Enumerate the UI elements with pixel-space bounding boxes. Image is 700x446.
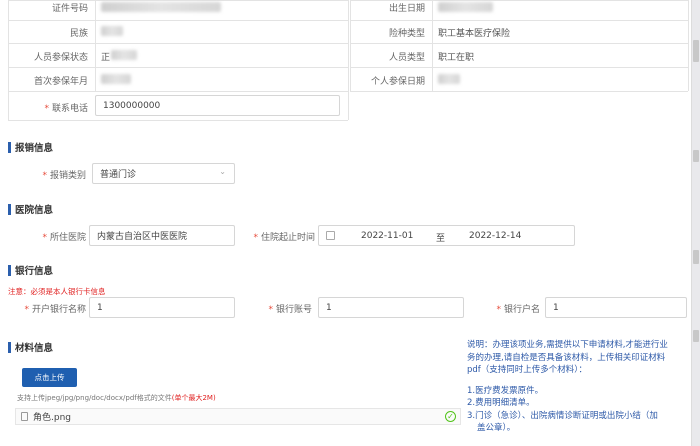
section-marker <box>8 341 11 353</box>
stay-period-label: * 住院起止时间 <box>253 233 315 243</box>
ethnicity-label: 民族 <box>69 29 88 39</box>
insurance-type-value: 职工基本医疗保险 <box>438 29 511 39</box>
person-type-label: 人员类型 <box>388 53 425 63</box>
section-marker <box>8 203 11 215</box>
phone-label: * 联系电话 <box>44 104 88 114</box>
help-line: 说明：办理该项业务,需提供以下申请材料,才能进行业 <box>467 340 668 350</box>
scrollbar-mark <box>693 250 699 264</box>
account-label: * 银行账号 <box>268 305 312 315</box>
insured-status-value: 正 <box>101 53 111 63</box>
help-line: pdf（支持同时上传多个材料）： <box>467 365 588 375</box>
calendar-icon <box>326 231 335 240</box>
materials-section-title: 材料信息 <box>8 340 53 354</box>
scrollbar-thumb[interactable] <box>693 40 699 62</box>
account-value: 1 <box>326 302 332 313</box>
range-separator: 至 <box>436 234 446 244</box>
person-type-value: 职工在职 <box>438 53 475 63</box>
section-marker <box>8 141 11 153</box>
holder-input[interactable]: 1 <box>545 297 687 318</box>
bank-section-title: 银行信息 <box>8 263 53 277</box>
insurance-type-label: 险种类型 <box>388 29 425 39</box>
personal-insured-date-value <box>438 74 460 84</box>
file-icon <box>21 412 28 421</box>
ethnicity-value <box>101 26 123 36</box>
start-date[interactable]: 2022-11-01 <box>361 231 413 241</box>
medical-section-title: 医院信息 <box>8 202 53 216</box>
chevron-down-icon: ⌄ <box>219 167 226 176</box>
holder-value: 1 <box>553 302 559 313</box>
scrollbar-mark <box>693 330 699 342</box>
help-line: 2.费用明细清单。 <box>467 398 535 408</box>
insured-status-value-blur <box>111 50 137 60</box>
help-line: 盖公章）。 <box>477 423 516 433</box>
end-date[interactable]: 2022-12-14 <box>469 231 521 241</box>
phone-input[interactable]: 1300000000 <box>95 95 340 116</box>
bank-note: 注意：必须是本人银行卡信息 <box>8 287 106 296</box>
first-insured-label: 首次参保年月 <box>33 77 88 87</box>
scrollbar[interactable] <box>691 0 700 446</box>
hospital-value: 内蒙古自治区中医医院 <box>97 232 188 242</box>
bank-name-label: * 开户银行名称 <box>24 305 86 315</box>
holder-label: * 银行户名 <box>496 305 540 315</box>
materials-help-text: 说明：办理该项业务,需提供以下申请材料,才能进行业 务的办理,请自检是否具备该材… <box>467 339 687 435</box>
hospital-label: * 所住医院 <box>42 233 86 243</box>
category-select[interactable]: 普通门诊 ⌄ <box>92 163 235 184</box>
hospital-input[interactable]: 内蒙古自治区中医医院 <box>89 225 235 246</box>
category-label: * 报销类别 <box>42 171 86 181</box>
size-limit: (单个最大2M) <box>171 394 216 402</box>
success-check-icon: ✓ <box>445 411 456 422</box>
personal-insured-date-label: 个人参保日期 <box>370 77 425 87</box>
id-number-value <box>101 2 221 12</box>
uploaded-file-item[interactable]: 角色.png ✓ <box>15 408 461 425</box>
birth-date-value <box>438 2 493 12</box>
phone-value: 1300000000 <box>103 100 161 111</box>
birth-date-label: 出生日期 <box>388 4 425 14</box>
upload-button[interactable]: 点击上传 <box>22 368 77 387</box>
id-number-label: 证件号码 <box>51 4 88 14</box>
reimbursement-section-title: 报销信息 <box>8 140 53 154</box>
section-marker <box>8 264 11 276</box>
help-line: 1.医疗费发票原件。 <box>467 385 544 396</box>
supported-formats-text: 支持上传jpeg/jpg/png/doc/docx/pdf格式的文件(单个最大2… <box>17 394 216 402</box>
help-line: 务的办理,请自检是否具备该材料，上传相关印证材料 <box>467 352 666 363</box>
insured-status-label: 人员参保状态 <box>33 53 88 63</box>
stay-period-range[interactable]: 2022-11-01 至 2022-12-14 <box>318 225 575 246</box>
help-line: 3.门诊（急诊）、出院病情诊断证明或出院小结（加 <box>467 410 658 421</box>
file-name: 角色.png <box>33 413 71 423</box>
help-line <box>467 377 687 385</box>
first-insured-value <box>101 74 131 84</box>
bank-name-value: 1 <box>97 302 103 313</box>
account-input[interactable]: 1 <box>318 297 464 318</box>
category-value: 普通门诊 <box>100 170 137 180</box>
scrollbar-mark <box>693 150 699 162</box>
bank-name-input[interactable]: 1 <box>89 297 235 318</box>
